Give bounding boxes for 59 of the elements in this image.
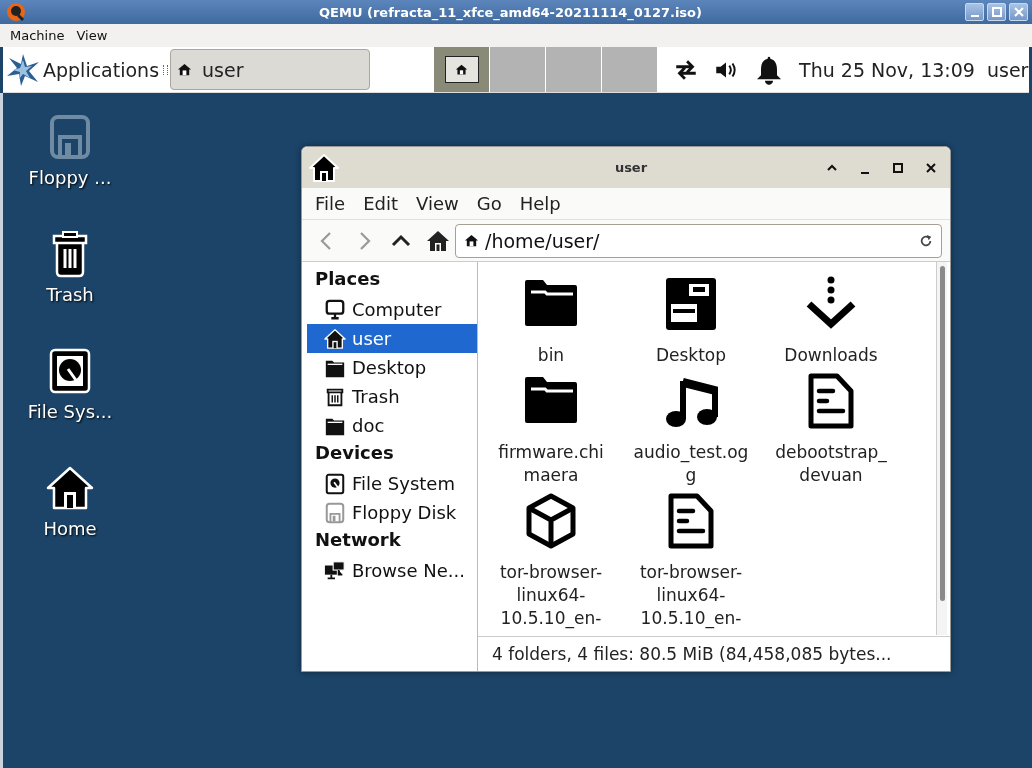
sidebar-item[interactable]: Desktop [307,353,477,382]
file-name[interactable]: firmware.chimaera [492,441,610,487]
location-field[interactable]: /home/user/ [455,223,942,258]
sidebar-item[interactable]: user [307,324,477,353]
minimize-icon [860,171,869,174]
desktop-icon-label[interactable]: Home [43,518,97,539]
home-icon [308,151,340,184]
sidebar-item[interactable]: File System [307,469,477,498]
menu-item[interactable]: Machine [4,28,71,43]
workspace-button[interactable] [434,47,490,92]
menu-item[interactable]: View [407,193,468,214]
home-icon [455,63,469,76]
desktop-icon[interactable] [663,276,719,332]
user-name[interactable]: user [986,58,1029,81]
sidebar-item[interactable]: doc [307,411,477,440]
desktop-icon-label[interactable]: Trash [46,284,94,305]
menu-item[interactable]: File [306,193,355,214]
menu-item[interactable]: View [70,28,114,43]
reload-icon[interactable] [919,233,933,248]
scrollbar-thumb[interactable] [940,266,945,601]
menu-item[interactable]: Edit [354,193,407,214]
home-icon[interactable] [46,464,94,512]
home-icon [464,233,479,248]
file-name[interactable]: tor-browser-linux64-10.5.10_en- [492,561,610,630]
monitor-icon [324,298,346,321]
menu-item[interactable]: Help [510,193,570,214]
status-text: 4 folders, 4 files: 80.5 MiB (84,458,085 bytes... [492,643,892,664]
file-name[interactable]: audio_test.ogg [632,441,750,487]
sidebar-heading: Devices [314,441,395,465]
home-icon[interactable] [426,228,450,253]
file-name[interactable]: bin [492,344,610,367]
sidebar-heading: Places [314,267,382,291]
close-icon [1013,7,1024,17]
desktop-icon-label[interactable]: File Sys... [27,401,113,422]
home-icon [324,327,346,350]
maximize-icon [991,7,1002,17]
file-name[interactable]: Desktop [632,344,750,367]
menu-item[interactable]: Go [467,193,511,214]
file-name[interactable]: tor-browser-linux64-10.5.10_en- [632,561,750,630]
network-icon [324,559,346,582]
window-title: user [613,160,649,175]
sidebar-item[interactable]: Floppy Disk [307,498,477,527]
close-icon [924,161,937,174]
minimize-icon [970,15,979,17]
sidebar-heading: Network [314,528,402,552]
drive-icon [324,472,346,495]
file-name[interactable]: Downloads [772,344,890,367]
sidebar-item[interactable]: Trash [307,382,477,411]
file-name[interactable]: debootstrap_devuan [772,441,890,487]
maximize-icon [891,161,904,174]
clock[interactable]: Thu 25 Nov, 13:09 [799,58,975,81]
applications-menu[interactable]: Applications [3,51,162,88]
desktop-icon-label[interactable]: Floppy ... [28,167,112,188]
sidebar-item[interactable]: Computer [307,295,477,324]
window-title: QEMU (refracta_11_xfce_amd64-20211114_0127.iso) [318,4,703,20]
sidebar-item[interactable]: Browse Ne... [307,556,477,585]
task-button[interactable]: user [170,49,371,90]
logo-icon [6,2,26,22]
home-icon [177,62,193,77]
